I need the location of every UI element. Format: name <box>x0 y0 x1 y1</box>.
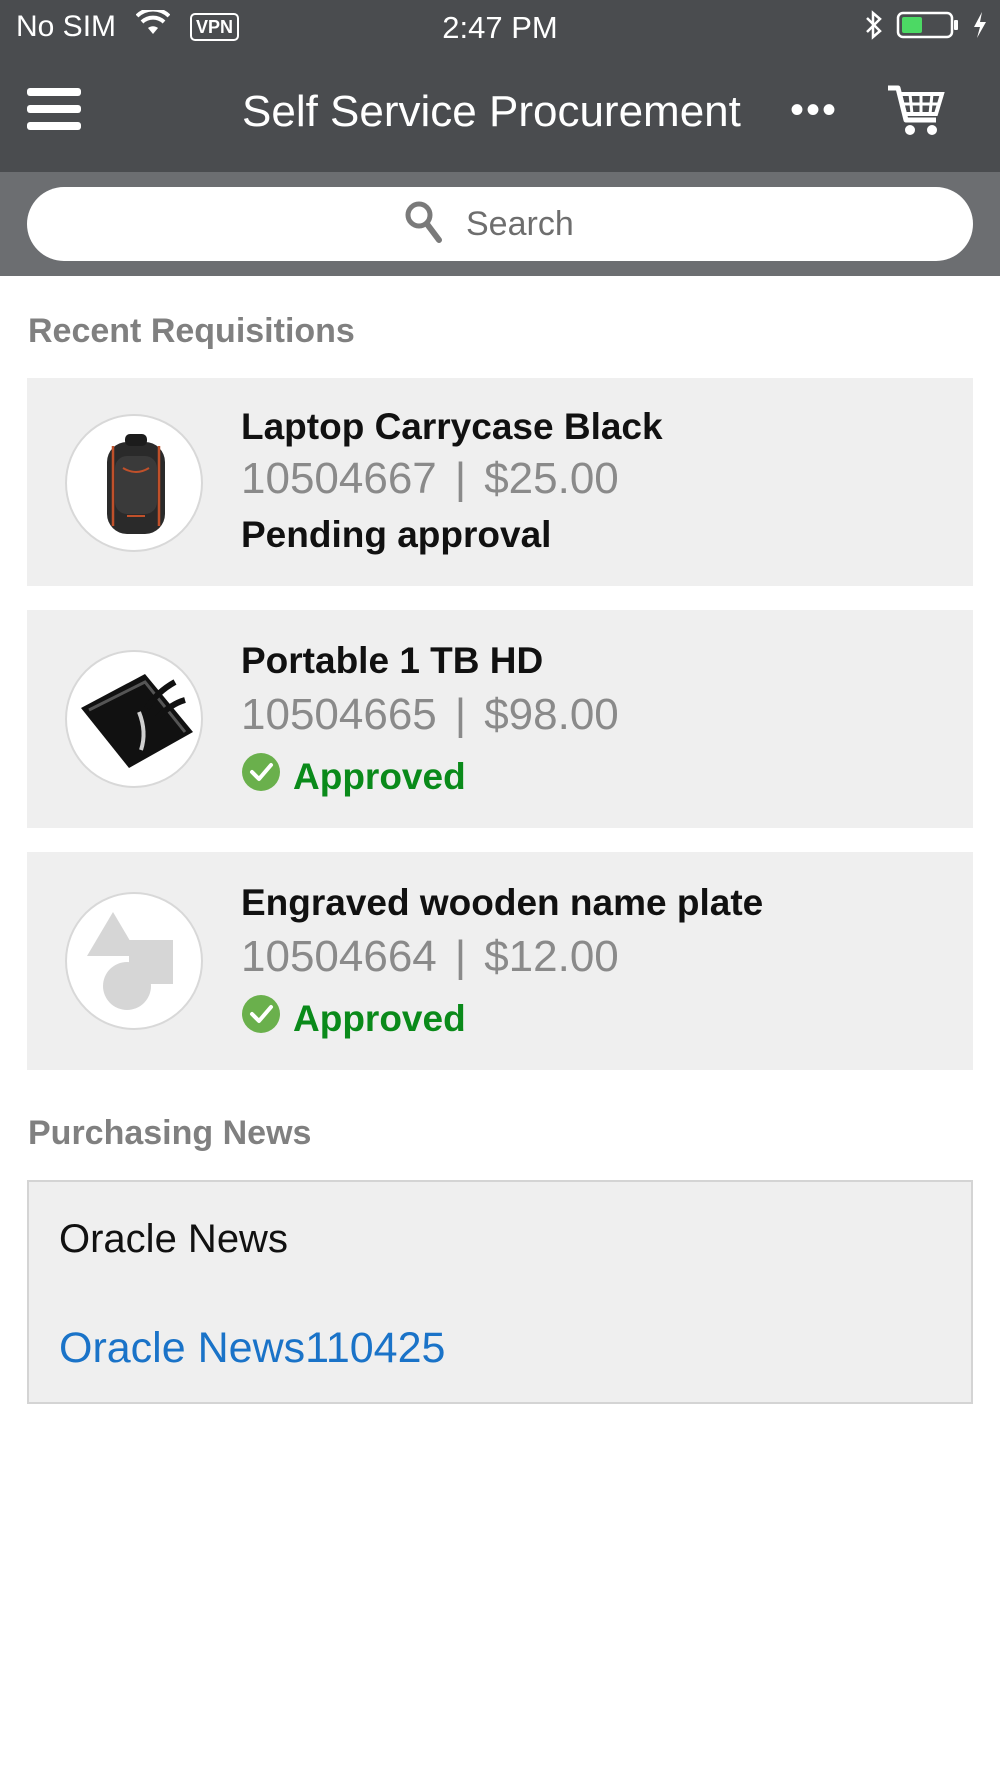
bluetooth-icon <box>864 9 884 49</box>
battery-icon <box>896 10 960 48</box>
requisition-number: 10504667 <box>241 454 437 503</box>
cart-icon[interactable] <box>886 82 946 140</box>
status-bar: No SIM VPN 2:47 PM <box>0 0 1000 54</box>
check-circle-icon <box>241 752 281 801</box>
more-options-icon[interactable]: ••• <box>790 88 838 132</box>
search-input[interactable] <box>466 204 596 244</box>
requisition-number: 10504665 <box>241 690 437 739</box>
item-amount: $98.00 <box>484 690 619 739</box>
requisition-number: 10504664 <box>241 932 437 981</box>
hard-drive-image <box>65 650 203 788</box>
item-amount: $12.00 <box>484 932 619 981</box>
backpack-image <box>65 414 203 552</box>
placeholder-image-icon <box>65 892 203 1030</box>
search-icon <box>404 200 444 249</box>
separator: | <box>454 690 467 739</box>
search-bar-container <box>0 172 1000 276</box>
page-title: Self Service Procurement <box>242 87 741 136</box>
item-name: Laptop Carrycase Black <box>241 406 663 447</box>
clock: 2:47 PM <box>442 10 558 45</box>
separator: | <box>454 454 467 503</box>
app-header: Self Service Procurement ••• <box>0 54 1000 172</box>
requisition-card[interactable]: Laptop Carrycase Black 10504667 | $25.00 P… <box>27 378 973 586</box>
charging-icon <box>972 10 988 48</box>
status-label: Pending approval <box>241 514 552 555</box>
news-link[interactable]: Oracle News110425 <box>59 1324 445 1373</box>
news-panel: Oracle News Oracle News110425 <box>27 1180 973 1404</box>
item-name: Portable 1 TB HD <box>241 640 544 681</box>
requisition-card[interactable]: Engraved wooden name plate 10504664 | $12.… <box>27 852 973 1070</box>
news-source-title: Oracle News <box>59 1217 288 1261</box>
purchasing-news-heading: Purchasing News <box>28 1114 312 1152</box>
status-label: Approved <box>293 755 466 797</box>
recent-requisitions-heading: Recent Requisitions <box>28 312 355 350</box>
separator: | <box>454 932 467 981</box>
status-pending: Pending approval <box>241 514 551 556</box>
requisition-card[interactable]: Portable 1 TB HD 10504665 | $98.00 Approve… <box>27 610 973 828</box>
item-meta: 10504667 | $25.00 <box>241 454 619 504</box>
item-meta: 10504665 | $98.00 <box>241 690 619 740</box>
item-amount: $25.00 <box>484 454 619 503</box>
status-approved: Approved <box>241 752 466 801</box>
check-circle-icon <box>241 994 281 1043</box>
status-approved: Approved <box>241 994 466 1043</box>
search-box[interactable] <box>27 187 973 261</box>
item-meta: 10504664 | $12.00 <box>241 932 619 982</box>
item-name: Engraved wooden name plate <box>241 882 764 923</box>
status-label: Approved <box>293 997 466 1039</box>
menu-icon[interactable] <box>27 88 81 138</box>
